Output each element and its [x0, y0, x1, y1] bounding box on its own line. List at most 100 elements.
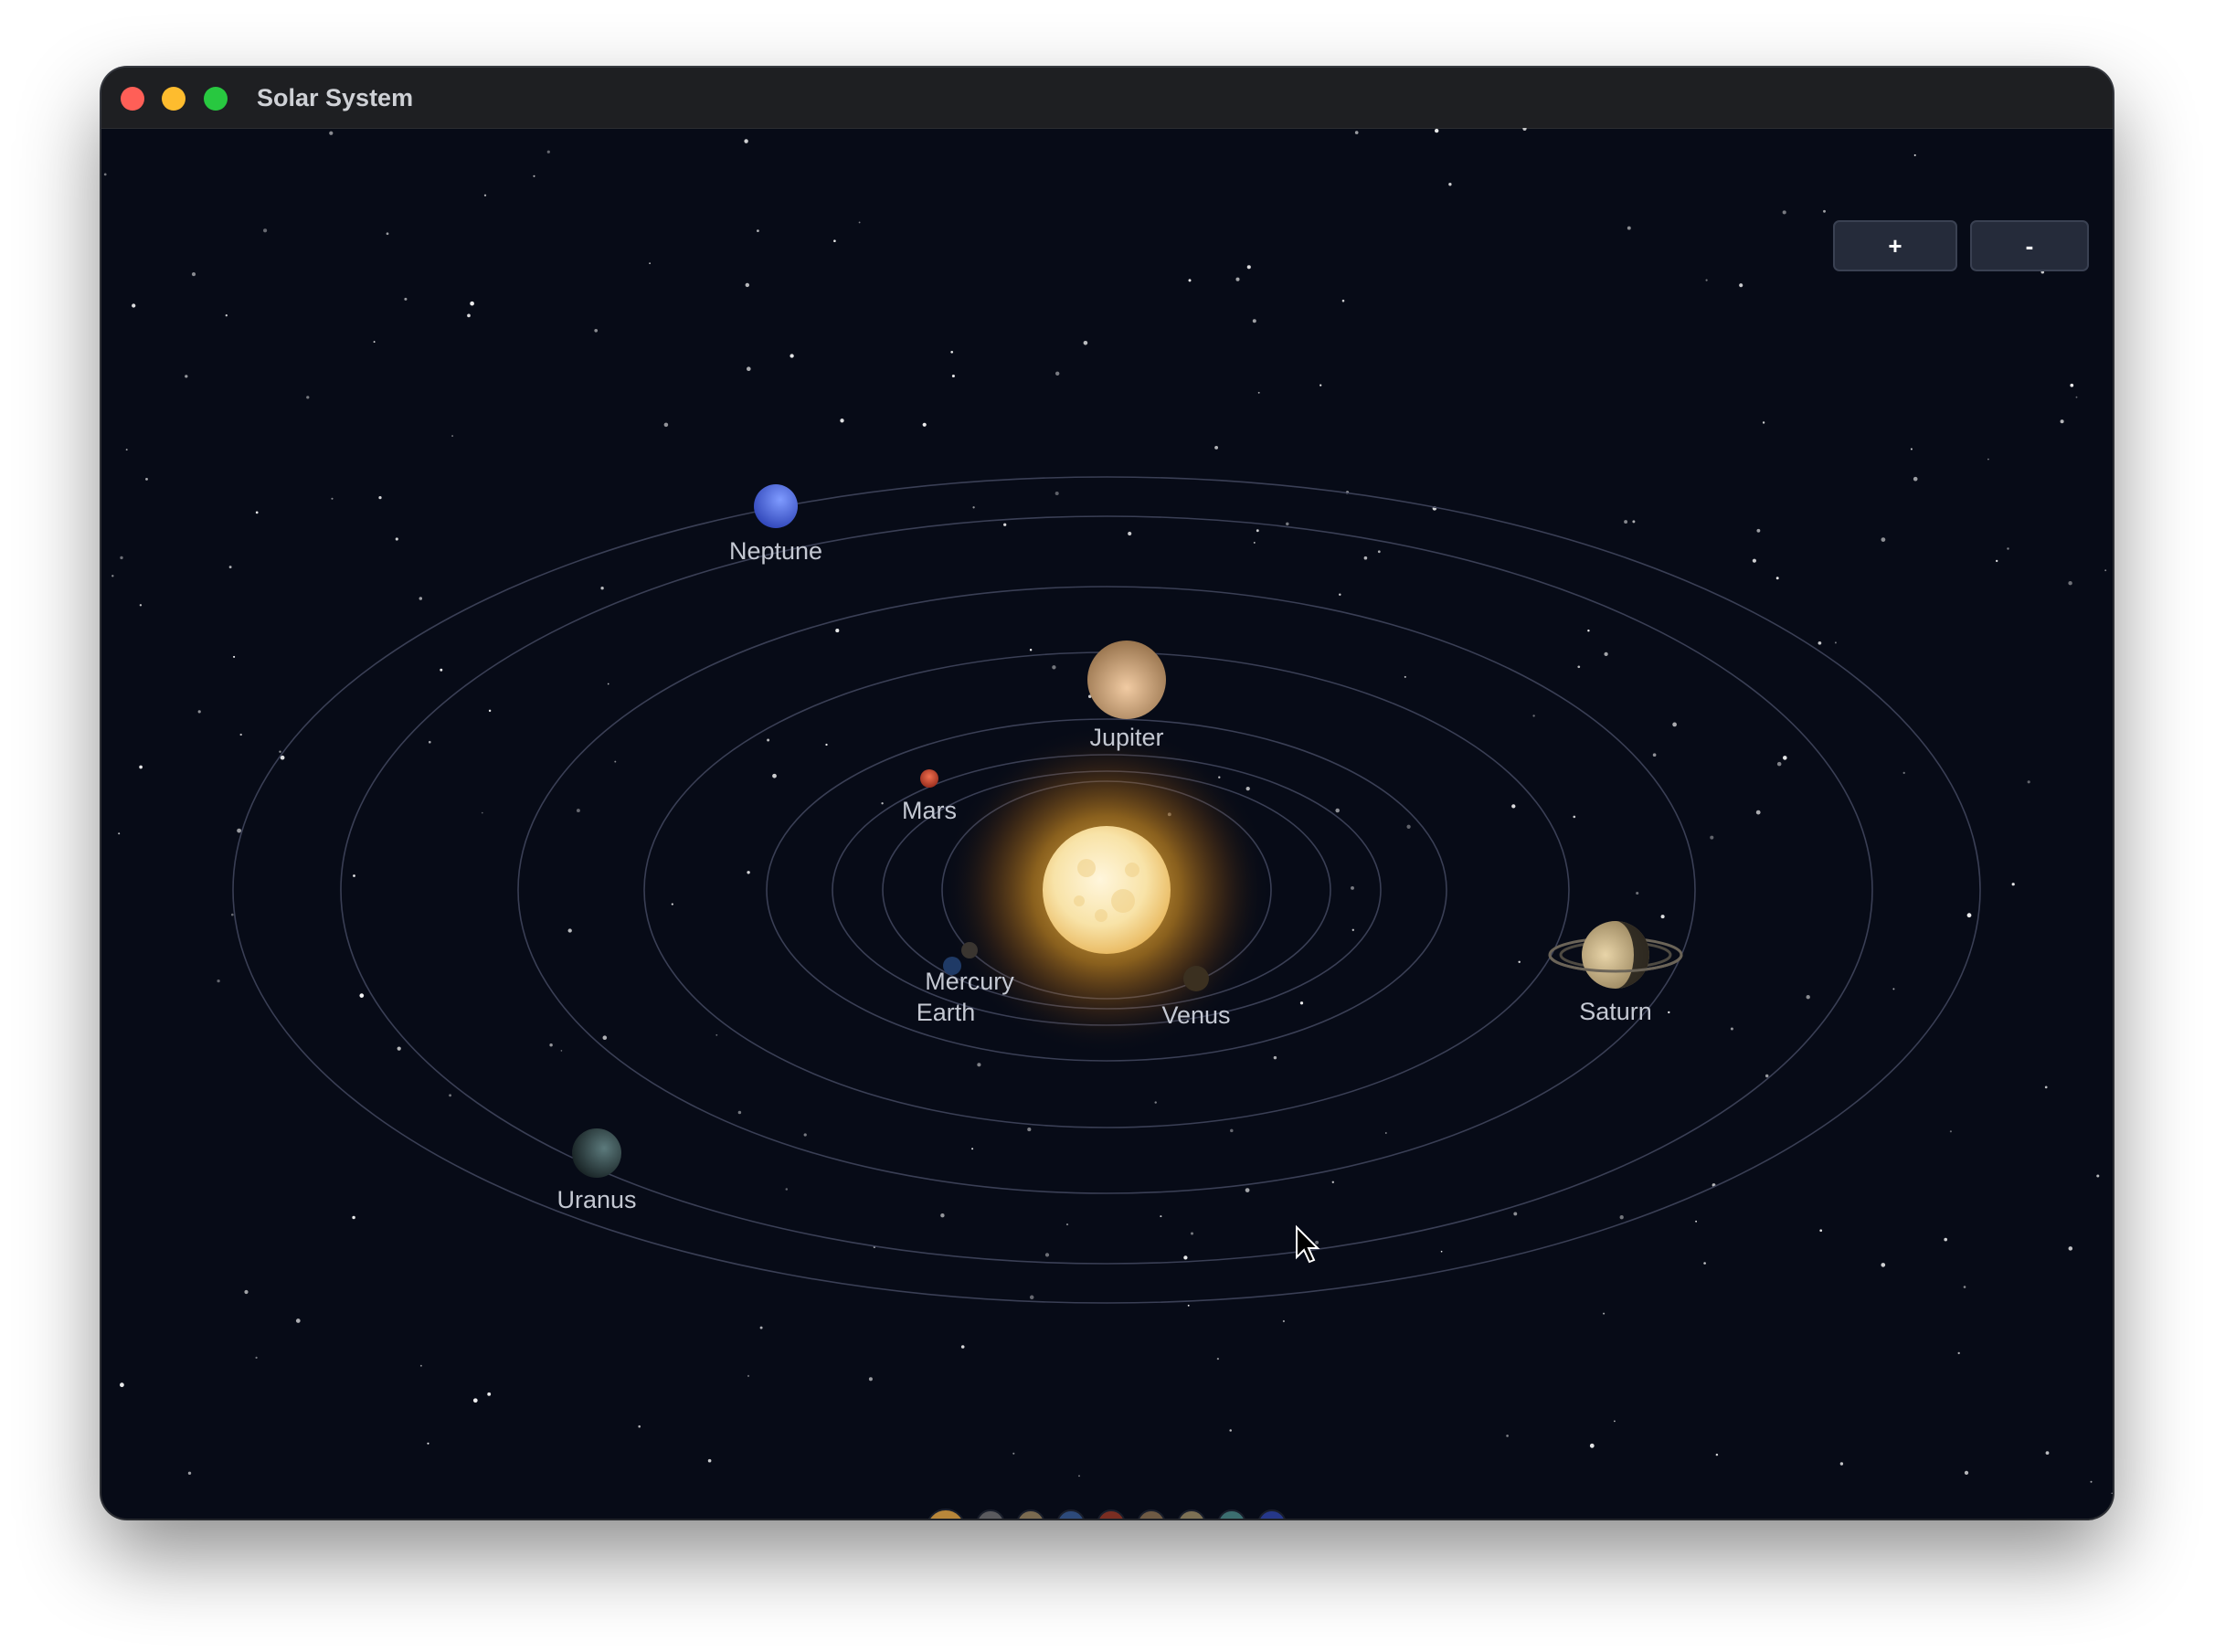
selector-dot-uranus[interactable]: [1218, 1509, 1245, 1519]
star: [1229, 1429, 1232, 1432]
star: [1632, 520, 1636, 524]
star: [1511, 804, 1516, 809]
star: [1012, 1452, 1015, 1455]
star: [1710, 835, 1714, 840]
star: [103, 173, 107, 176]
mars-label: Mars: [902, 797, 957, 824]
star: [1783, 756, 1787, 760]
star: [191, 272, 196, 277]
selector-dot-sun[interactable]: [927, 1509, 965, 1519]
star: [1078, 1475, 1080, 1477]
star: [120, 556, 123, 560]
mercury-planet[interactable]: [961, 942, 978, 958]
star: [185, 375, 188, 378]
earth-label: Earth: [917, 999, 976, 1026]
star: [1614, 1420, 1616, 1423]
star: [567, 928, 572, 933]
neptune-planet[interactable]: [754, 484, 798, 528]
selector-dot-saturn[interactable]: [1178, 1509, 1205, 1519]
minimize-window-button[interactable]: [162, 87, 185, 111]
saturn-planet[interactable]: [1548, 921, 1683, 989]
star: [1435, 128, 1439, 133]
close-window-button[interactable]: [121, 87, 144, 111]
star: [1762, 421, 1765, 424]
jupiter-planet[interactable]: [1087, 641, 1166, 719]
star: [745, 282, 750, 288]
selector-dot-venus[interactable]: [1017, 1509, 1044, 1519]
uranus-planet[interactable]: [572, 1128, 621, 1178]
star: [239, 733, 242, 736]
star: [757, 229, 759, 232]
star: [803, 1133, 807, 1137]
selector-dot-jupiter[interactable]: [1138, 1509, 1165, 1519]
selector-dot-earth[interactable]: [1057, 1509, 1085, 1519]
star: [940, 1213, 945, 1218]
venus-planet[interactable]: [1183, 966, 1209, 991]
star: [707, 1458, 712, 1463]
star: [1636, 891, 1639, 895]
star: [1818, 641, 1822, 645]
star: [481, 811, 483, 814]
star: [225, 314, 228, 317]
mars-planet[interactable]: [920, 769, 938, 788]
solar-system-canvas[interactable]: Neptune Jupiter Mars Mercury Earth Venus: [101, 126, 2113, 1519]
star: [255, 511, 259, 514]
star: [1518, 960, 1521, 964]
star: [922, 422, 927, 427]
star: [560, 1050, 563, 1052]
star: [772, 773, 777, 778]
star: [1384, 1132, 1387, 1134]
star: [306, 396, 310, 399]
star: [2027, 780, 2030, 784]
star: [1286, 522, 1289, 526]
star: [440, 668, 443, 672]
selector-dot-mercury[interactable]: [977, 1509, 1004, 1519]
star: [1341, 299, 1345, 302]
star: [2045, 1451, 2050, 1455]
star: [427, 1442, 429, 1445]
star: [472, 1398, 478, 1403]
maximize-window-button[interactable]: [204, 87, 228, 111]
star: [671, 903, 673, 905]
star: [607, 683, 609, 685]
star: [972, 506, 975, 509]
star: [145, 477, 148, 481]
star: [767, 738, 770, 742]
star: [533, 175, 535, 177]
mercury-label: Mercury: [925, 968, 1014, 995]
star: [1216, 1357, 1220, 1361]
star: [1668, 1011, 1670, 1014]
star: [1881, 537, 1886, 542]
star: [373, 341, 376, 344]
star: [1587, 629, 1590, 632]
selector-dot-mars[interactable]: [1097, 1509, 1125, 1519]
star: [1672, 722, 1677, 727]
star: [649, 262, 652, 265]
star: [868, 1377, 873, 1382]
star: [1065, 1223, 1069, 1226]
star: [614, 760, 617, 763]
star: [1963, 1286, 1966, 1288]
star: [118, 832, 121, 835]
earth-planet[interactable]: [943, 957, 961, 975]
star: [1315, 1240, 1319, 1244]
star: [187, 1471, 192, 1475]
zoom-in-button[interactable]: +: [1833, 220, 1957, 271]
star: [1949, 1130, 1952, 1133]
star: [1577, 665, 1581, 669]
star: [1299, 1001, 1304, 1005]
star: [1052, 665, 1056, 670]
star: [378, 495, 382, 500]
sun[interactable]: [1043, 826, 1171, 954]
selector-dot-neptune[interactable]: [1258, 1509, 1286, 1519]
star: [1652, 753, 1657, 757]
star: [2044, 1085, 2048, 1089]
star: [1363, 556, 1368, 560]
star: [1273, 1055, 1277, 1060]
star: [1351, 928, 1354, 931]
star: [1589, 1443, 1595, 1448]
zoom-out-button[interactable]: -: [1970, 220, 2089, 271]
star: [1257, 391, 1260, 394]
star: [1730, 1027, 1733, 1031]
solar-system-view: Neptune Jupiter Mars Mercury Earth Venus: [103, 126, 2113, 1519]
